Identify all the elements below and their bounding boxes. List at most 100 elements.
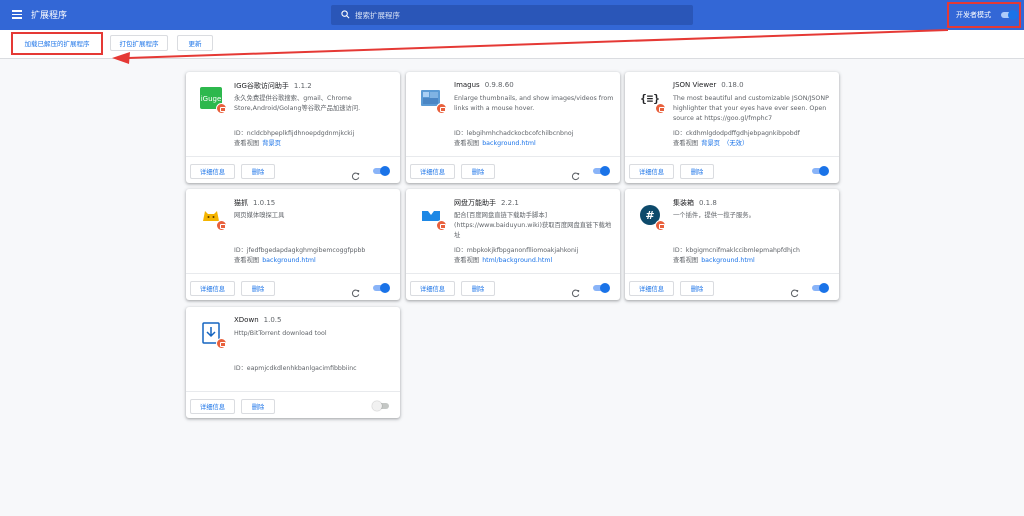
enable-toggle[interactable] bbox=[372, 401, 389, 411]
extension-name: 猫抓 bbox=[234, 199, 248, 207]
extension-id: mbpkokjkfbpganonflliomoakjahkonij bbox=[466, 247, 579, 254]
warning-badge-icon bbox=[216, 103, 227, 114]
extension-card: 网盘万能助手 2.2.1 配合[百度网盘直链下载助手脚本](https://www.… bbox=[406, 189, 620, 300]
extension-name: 集装箱 bbox=[673, 199, 694, 207]
inspect-views-label: 查看视图 bbox=[454, 257, 480, 264]
search-box[interactable] bbox=[331, 5, 693, 25]
reload-icon[interactable] bbox=[351, 283, 360, 298]
warning-badge-icon bbox=[655, 103, 666, 114]
extension-name-row: 猫抓 1.0.15 bbox=[234, 198, 275, 208]
card-footer: 详细信息 删除 bbox=[625, 156, 839, 183]
extension-card: iGuge IGG谷歌访问助手 1.1.2 永久免费提供谷歌搜索、gmail、Chro… bbox=[186, 72, 400, 183]
inspect-views-row: 查看视图 背景页 （无效） bbox=[673, 138, 748, 147]
menu-icon[interactable] bbox=[12, 10, 22, 19]
details-button[interactable]: 详细信息 bbox=[190, 164, 235, 179]
extension-card: Imagus 0.9.8.60 Enlarge thumbnails, and sh… bbox=[406, 72, 620, 183]
reload-icon[interactable] bbox=[351, 166, 360, 181]
container-icon: # bbox=[638, 203, 666, 231]
top-bar: 扩展程序 开发者模式 bbox=[0, 0, 1024, 30]
details-button[interactable]: 详细信息 bbox=[410, 281, 455, 296]
id-label: ID： bbox=[234, 365, 247, 372]
extension-version: 0.1.8 bbox=[699, 199, 717, 207]
extension-version: 0.9.8.60 bbox=[484, 81, 514, 89]
card-footer: 详细信息 删除 bbox=[625, 273, 839, 300]
inspect-view-link[interactable]: background.html bbox=[701, 257, 755, 264]
extension-name: IGG谷歌访问助手 bbox=[234, 82, 289, 90]
extension-id-row: ID：mbpkokjkfbpganonflliomoakjahkonij bbox=[454, 245, 578, 254]
details-button[interactable]: 详细信息 bbox=[629, 164, 674, 179]
enable-toggle[interactable] bbox=[812, 166, 829, 176]
reload-icon[interactable] bbox=[571, 166, 580, 181]
extension-name-row: IGG谷歌访问助手 1.1.2 bbox=[234, 81, 312, 91]
search-input[interactable] bbox=[355, 8, 675, 22]
extension-name: XDown bbox=[234, 316, 259, 324]
enable-toggle[interactable] bbox=[373, 283, 390, 293]
reload-icon[interactable] bbox=[571, 283, 580, 298]
extension-description: Enlarge thumbnails, and show images/vide… bbox=[454, 95, 614, 112]
update-button[interactable]: 更新 bbox=[177, 35, 213, 51]
card-footer: 详细信息 删除 bbox=[186, 273, 400, 300]
extension-version: 1.0.15 bbox=[253, 199, 276, 207]
load-unpacked-button[interactable]: 加载已解压的扩展程序 bbox=[18, 35, 96, 51]
search-icon bbox=[341, 10, 350, 19]
extension-id: ncldcbhpeplkfijdhnoepdgdnmjkckij bbox=[246, 130, 355, 137]
inspect-view-link[interactable]: background.html bbox=[482, 140, 536, 147]
inspect-views-label: 查看视图 bbox=[454, 140, 480, 147]
warning-badge-icon bbox=[436, 103, 447, 114]
reload-icon[interactable] bbox=[790, 283, 799, 298]
remove-button[interactable]: 删除 bbox=[680, 164, 714, 179]
remove-button[interactable]: 删除 bbox=[461, 164, 495, 179]
extension-card: XDown 1.0.5 Http/BitTorrent download tool I… bbox=[186, 307, 400, 418]
pack-extension-button[interactable]: 打包扩展程序 bbox=[110, 35, 168, 51]
extension-id: jfedfbgedapdagkghmgibemcoggfppbb bbox=[246, 247, 366, 254]
inspect-views-label: 查看视图 bbox=[673, 140, 699, 147]
remove-button[interactable]: 删除 bbox=[241, 399, 275, 414]
details-button[interactable]: 详细信息 bbox=[410, 164, 455, 179]
extension-version: 1.1.2 bbox=[293, 82, 312, 90]
extension-id-row: ID：lebgihmhchadckocbcofchilbcnbnoj bbox=[454, 128, 573, 137]
enable-toggle[interactable] bbox=[593, 166, 610, 176]
inspect-view-link[interactable]: html/background.html bbox=[482, 257, 552, 264]
inspect-views-row: 查看视图 html/background.html bbox=[454, 255, 552, 264]
inspect-view-link[interactable]: （无效） bbox=[723, 140, 748, 147]
enable-toggle[interactable] bbox=[373, 166, 390, 176]
imagus-icon bbox=[419, 86, 447, 114]
remove-button[interactable]: 删除 bbox=[241, 281, 275, 296]
cloud-helper-icon bbox=[419, 203, 447, 231]
extension-name-row: 网盘万能助手 2.2.1 bbox=[454, 198, 519, 208]
enable-toggle[interactable] bbox=[593, 283, 610, 293]
id-label: ID： bbox=[454, 130, 467, 137]
extension-card: # 集装箱 0.1.8 一个插件，提供一揽子服务。 ID：kbgigmcnifmaklc… bbox=[625, 189, 839, 300]
details-button[interactable]: 详细信息 bbox=[190, 281, 235, 296]
remove-button[interactable]: 删除 bbox=[680, 281, 714, 296]
card-footer: 详细信息 删除 bbox=[406, 156, 620, 183]
inspect-view-link[interactable]: 背景页 bbox=[262, 140, 281, 147]
extension-description: 一个插件，提供一揽子服务。 bbox=[673, 212, 755, 219]
action-toolbar: 加载已解压的扩展程序 打包扩展程序 更新 bbox=[0, 30, 1024, 59]
details-button[interactable]: 详细信息 bbox=[190, 399, 235, 414]
id-label: ID： bbox=[234, 247, 247, 254]
details-button[interactable]: 详细信息 bbox=[629, 281, 674, 296]
extension-id: eapmjcdkdlenhkbanlgacimfibbbiinc bbox=[246, 365, 357, 372]
inspect-view-link[interactable]: 背景页 bbox=[701, 140, 720, 147]
inspect-views-row: 查看视图 background.html bbox=[673, 255, 755, 264]
enable-toggle[interactable] bbox=[812, 283, 829, 293]
dev-mode-label: 开发者模式 bbox=[956, 11, 991, 19]
extension-description: 配合[百度网盘直链下载助手脚本](https://www.baiduyun.wi… bbox=[454, 212, 612, 239]
id-label: ID： bbox=[454, 247, 467, 254]
extension-description: The most beautiful and customizable JSON… bbox=[673, 95, 829, 122]
dev-mode-toggle[interactable] bbox=[1001, 10, 1018, 20]
extension-id: kbgigmcnifmaklccibmlepmahpfdhjch bbox=[685, 247, 800, 254]
warning-badge-icon bbox=[655, 220, 666, 231]
inspect-views-row: 查看视图 背景页 bbox=[234, 138, 281, 147]
remove-button[interactable]: 删除 bbox=[461, 281, 495, 296]
inspect-view-link[interactable]: background.html bbox=[262, 257, 316, 264]
remove-button[interactable]: 删除 bbox=[241, 164, 275, 179]
svg-text:#: # bbox=[645, 209, 654, 222]
card-footer: 详细信息 删除 bbox=[406, 273, 620, 300]
igg-icon: iGuge bbox=[199, 86, 227, 114]
extension-card: 猫抓 1.0.15 网页媒体嗅探工具 ID：jfedfbgedapdagkghmgib… bbox=[186, 189, 400, 300]
id-label: ID： bbox=[673, 130, 686, 137]
extension-name-row: XDown 1.0.5 bbox=[234, 316, 281, 324]
extension-id: ckdhmlgdodpdffgdhjebpagnkibpobdf bbox=[685, 130, 800, 137]
